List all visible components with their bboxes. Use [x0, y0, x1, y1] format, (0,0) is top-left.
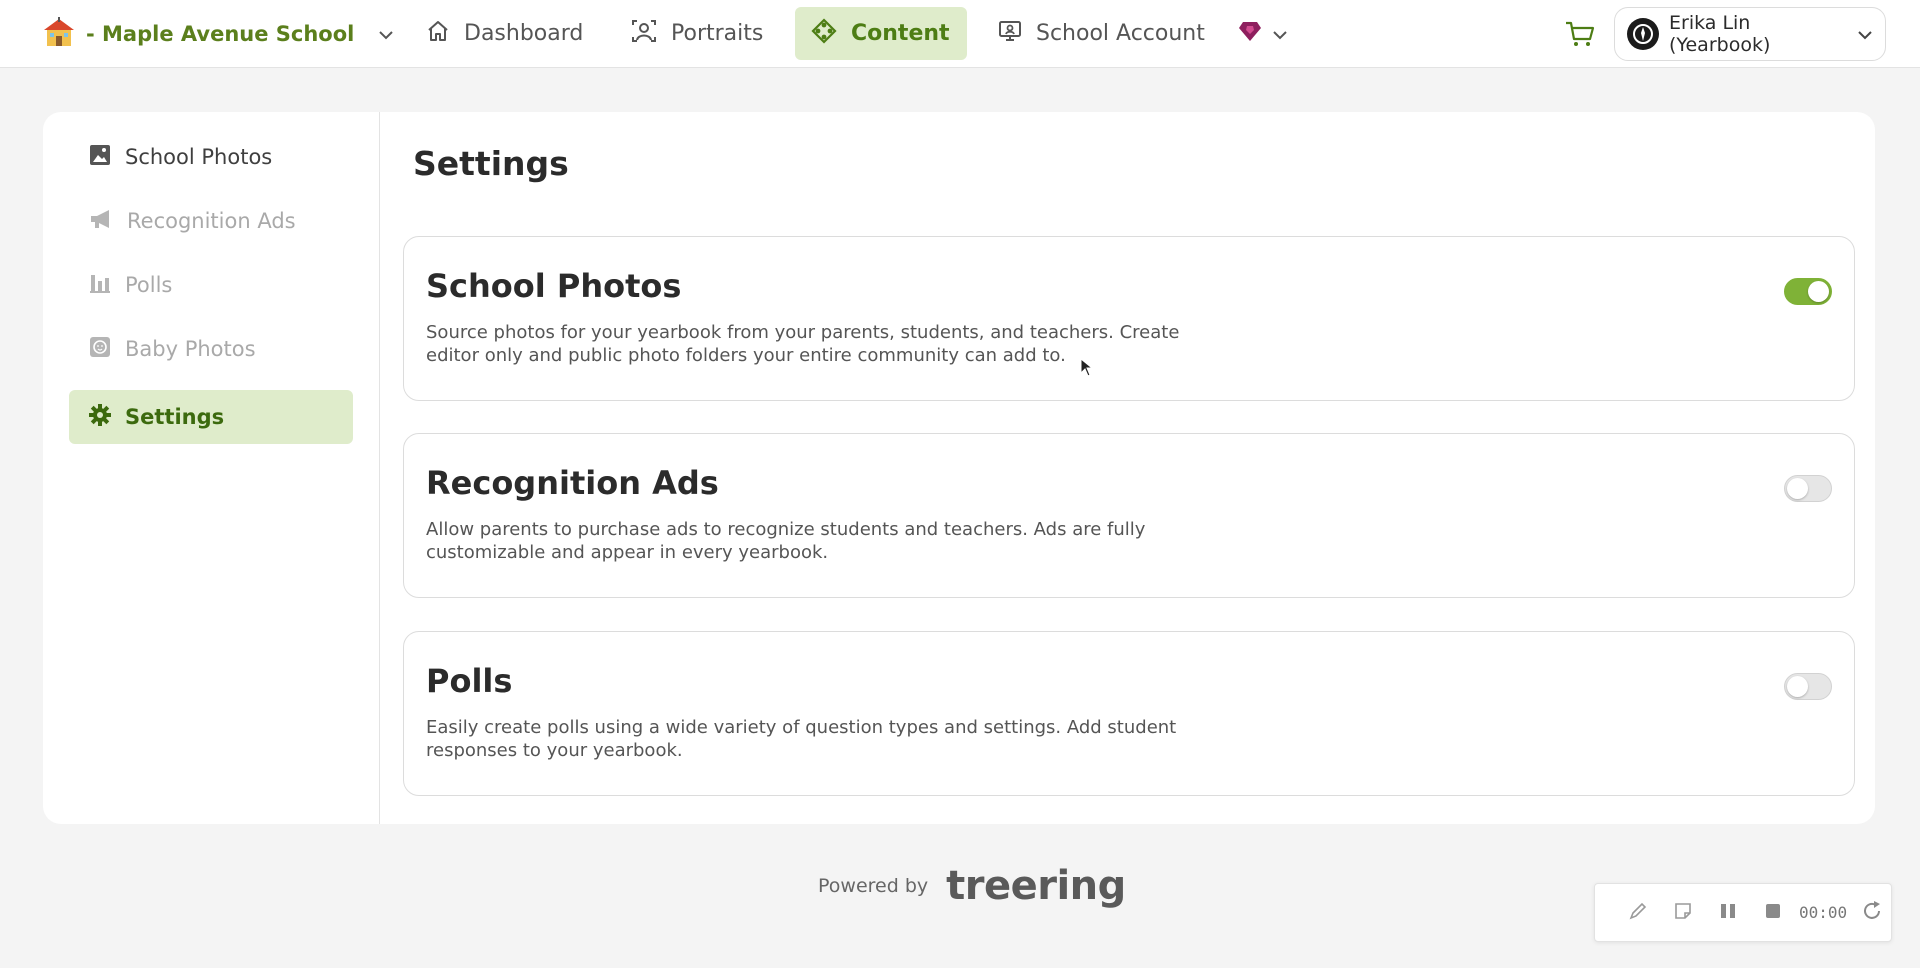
user-menu-button[interactable]: Erika Lin (Yearbook)	[1614, 7, 1886, 61]
mouse-pointer-icon	[1080, 357, 1094, 382]
restart-button[interactable]	[1857, 893, 1887, 933]
sidebar-item-label: Recognition Ads	[127, 209, 296, 233]
premium-gem-icon	[1238, 20, 1262, 48]
school-switcher[interactable]: - Maple Avenue School	[42, 14, 394, 54]
setting-card-description: Easily create polls using a wide variety…	[426, 717, 1177, 761]
nav-content-label: Content	[851, 21, 950, 46]
nav-school-account[interactable]: School Account	[982, 7, 1221, 60]
toggle-knob	[1787, 676, 1808, 697]
sidebar-item-label: School Photos	[125, 145, 273, 169]
setting-card-description: Source photos for your yearbook from you…	[426, 322, 1180, 366]
stop-icon	[1764, 902, 1782, 924]
cart-button[interactable]	[1564, 18, 1596, 50]
recording-timer: 00:00	[1799, 903, 1848, 922]
content-sidebar: School Photos Recognition Ads Polls Baby…	[43, 112, 380, 824]
toggle-knob	[1808, 281, 1829, 302]
screen-recorder-widget: 00:00	[1594, 883, 1892, 942]
setting-card-polls: Polls Easily create polls using a wide v…	[403, 631, 1855, 796]
setting-card-title: Polls	[426, 662, 513, 700]
bar-chart-icon	[89, 272, 111, 299]
home-icon	[426, 19, 450, 49]
setting-card-recognition-ads: Recognition Ads Allow parents to purchas…	[403, 433, 1855, 598]
avatar	[1627, 18, 1659, 50]
setting-card-title: Recognition Ads	[426, 464, 719, 502]
stop-button[interactable]	[1750, 893, 1795, 933]
premium-menu[interactable]	[1230, 7, 1296, 60]
note-button[interactable]	[1660, 893, 1705, 933]
chevron-down-icon	[1857, 25, 1873, 44]
megaphone-icon	[89, 208, 113, 235]
sidebar-item-settings[interactable]: Settings	[69, 390, 353, 444]
sidebar-item-recognition-ads[interactable]: Recognition Ads	[69, 194, 353, 248]
sidebar-item-label: Polls	[125, 273, 173, 297]
gear-icon	[89, 403, 111, 431]
powered-by-label: Powered by	[818, 875, 929, 897]
recognition-ads-toggle[interactable]	[1784, 475, 1832, 502]
note-icon	[1673, 901, 1693, 925]
annotate-button[interactable]	[1615, 893, 1660, 933]
pen-icon	[1628, 901, 1648, 925]
setting-card-description: Allow parents to purchase ads to recogni…	[426, 519, 1146, 563]
nav-portraits-label: Portraits	[671, 21, 764, 46]
portraits-icon	[631, 19, 657, 49]
school-photos-toggle[interactable]	[1784, 278, 1832, 305]
sidebar-item-baby-photos[interactable]: Baby Photos	[69, 322, 353, 376]
setting-card-title: School Photos	[426, 267, 682, 305]
nav-dashboard[interactable]: Dashboard	[410, 7, 599, 60]
sidebar-item-school-photos[interactable]: School Photos	[69, 130, 353, 184]
school-account-icon	[998, 19, 1022, 49]
school-name: - Maple Avenue School	[86, 22, 355, 46]
chevron-down-icon	[1272, 21, 1288, 46]
setting-card-school-photos: School Photos Source photos for your yea…	[403, 236, 1855, 401]
powered-by: Powered by treering	[818, 862, 1126, 910]
nav-school-account-label: School Account	[1036, 21, 1205, 46]
sidebar-item-polls[interactable]: Polls	[69, 258, 353, 312]
refresh-icon	[1861, 900, 1883, 926]
cart-icon	[1564, 21, 1596, 54]
content-icon	[811, 17, 837, 50]
polls-toggle[interactable]	[1784, 673, 1832, 700]
pause-button[interactable]	[1705, 893, 1750, 933]
page-title: Settings	[413, 144, 569, 183]
top-navigation-bar: - Maple Avenue School Dashboard Portrait…	[0, 0, 1920, 68]
sidebar-item-label: Baby Photos	[125, 337, 256, 361]
nav-content[interactable]: Content	[795, 7, 967, 60]
toggle-knob	[1787, 478, 1808, 499]
baby-icon	[89, 336, 111, 363]
sidebar-item-label: Settings	[125, 405, 225, 429]
chevron-down-icon	[378, 25, 394, 44]
treering-logo: treering	[946, 863, 1126, 909]
content-panel: School Photos Recognition Ads Polls Baby…	[43, 112, 1875, 824]
pause-icon	[1719, 902, 1737, 924]
user-name: Erika Lin (Yearbook)	[1669, 12, 1771, 56]
photo-icon	[89, 144, 111, 171]
nav-portraits[interactable]: Portraits	[615, 7, 779, 60]
nav-dashboard-label: Dashboard	[464, 21, 584, 46]
school-house-icon	[42, 17, 76, 51]
